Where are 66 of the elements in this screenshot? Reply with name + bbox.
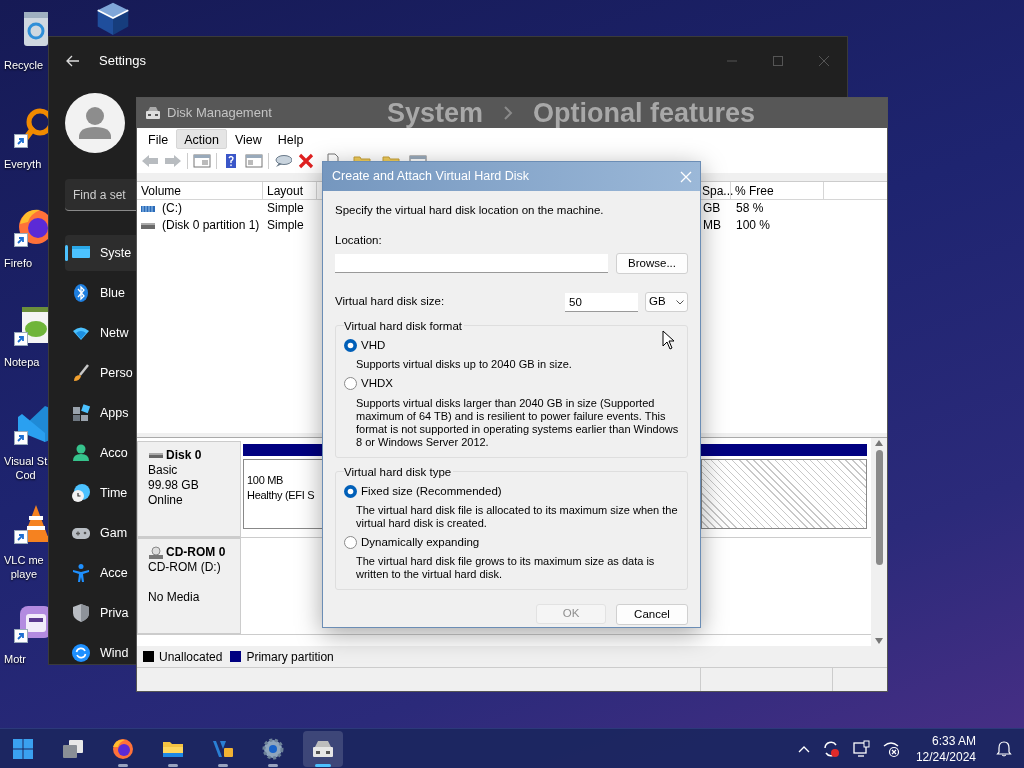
radio-option[interactable]: VHDX [344,375,393,393]
desktop-icon-label[interactable]: Firefo [0,256,33,270]
settings-nav-item[interactable]: Syste [65,235,136,271]
table-cell-text: Simple [266,200,305,217]
settings-nav-item[interactable]: Acco [65,435,136,471]
desktop-icon-label[interactable]: Notepa [0,355,40,369]
disk-name: Disk 0 [166,448,202,463]
settings-nav-item[interactable]: Perso [65,355,136,391]
table-cell-text: Simple [266,217,305,234]
settings-nav-item[interactable]: Apps [65,395,136,431]
field-label: Virtual hard disk size: [335,294,445,310]
settings-nav-item[interactable]: Priva [65,595,136,631]
table-cell-text: MB [702,217,722,234]
disk-name: CD-ROM 0 [166,545,226,560]
window-title: Disk Management [167,104,273,123]
instruction-text: Specify the virtual hard disk location on the machine. [335,203,605,218]
window-title: Settings [99,52,146,71]
clock[interactable]: 6:33 AM 12/24/2024 [915,732,976,765]
disk-type: Basic [148,463,179,478]
page-title: Optional features [533,98,756,128]
disk-status: No Media [148,590,201,605]
menu-item[interactable]: View [226,128,270,149]
radio-option[interactable]: Fixed size (Recommended) [344,482,502,500]
table-cell: (C:) [162,200,182,217]
unit-dropdown[interactable]: GB [645,292,688,312]
option-description: Supports virtual disks up to 2040 GB in size. [355,358,573,372]
settings-nav-item[interactable]: Gam [65,515,136,551]
table-cell-text: 58 % [735,200,765,217]
radio-option[interactable]: VHD [344,337,386,355]
settings-nav-item[interactable]: Time [65,475,136,511]
column-header[interactable]: Volume [137,182,263,199]
size-field[interactable]: 50 [565,292,638,312]
field-label: Location: [335,233,383,248]
table-cell-text: 100 % [735,217,772,234]
radio-option[interactable]: Dynamically expanding [344,533,480,551]
partition-size: 100 MB [247,473,285,488]
menu-item[interactable]: File [140,128,177,149]
desktop-icon-label[interactable]: Visual St Cod [0,454,48,482]
settings-nav-item[interactable]: Wind [65,635,136,671]
table-cell-text: GB [702,200,722,217]
dialog-title: Create and Attach Virtual Hard Disk [332,168,530,186]
disk-type: CD-ROM (D:) [148,560,222,575]
column-header[interactable]: Layout [263,182,317,199]
cancel-button[interactable]: Cancel [616,604,688,625]
partition-block[interactable]: 100 MB Healthy (EFI S [243,459,323,529]
search-field[interactable]: Find a set [65,179,136,211]
desktop-icon-label[interactable]: Everyth [0,157,42,171]
option-description: The virtual hard disk file is allocated to its maximum size when the virtual hard disk is created. [355,503,679,530]
settings-nav-item[interactable]: Acce [65,555,136,591]
option-description: Supports virtual disks larger than 2040 GB in size (Supported maximum of 64 TB) and is resilient to power failure events. This format is not supported in operating systems earlier than Windows 8 or Windows Server 2012. [355,396,679,449]
settings-nav-item[interactable]: Blue [65,275,136,311]
table-cell: (Disk 0 partition 1) [162,217,260,234]
desktop-icon-label[interactable]: Recycle [0,58,44,72]
disk-size: 99.98 GB [148,478,200,493]
settings-nav-item[interactable]: Netw [65,315,136,351]
legend-label: Unallocated [159,648,223,666]
menu-item[interactable]: Help [269,128,312,149]
menu-item[interactable]: Action [176,128,227,149]
legend-label: Primary partition [246,648,334,666]
option-description: The virtual hard disk file grows to its maximum size as data is written to the virtual hard disk. [355,555,656,581]
desktop-icon-label[interactable]: VLC me playe [0,553,44,581]
partition-status: Healthy (EFI S [247,488,316,503]
group-title: Virtual hard disk format [344,319,465,333]
desktop-icon-label[interactable]: Motr [0,652,26,666]
disk-status: Online [148,493,184,508]
browse-button[interactable]: Browse... [616,253,688,274]
